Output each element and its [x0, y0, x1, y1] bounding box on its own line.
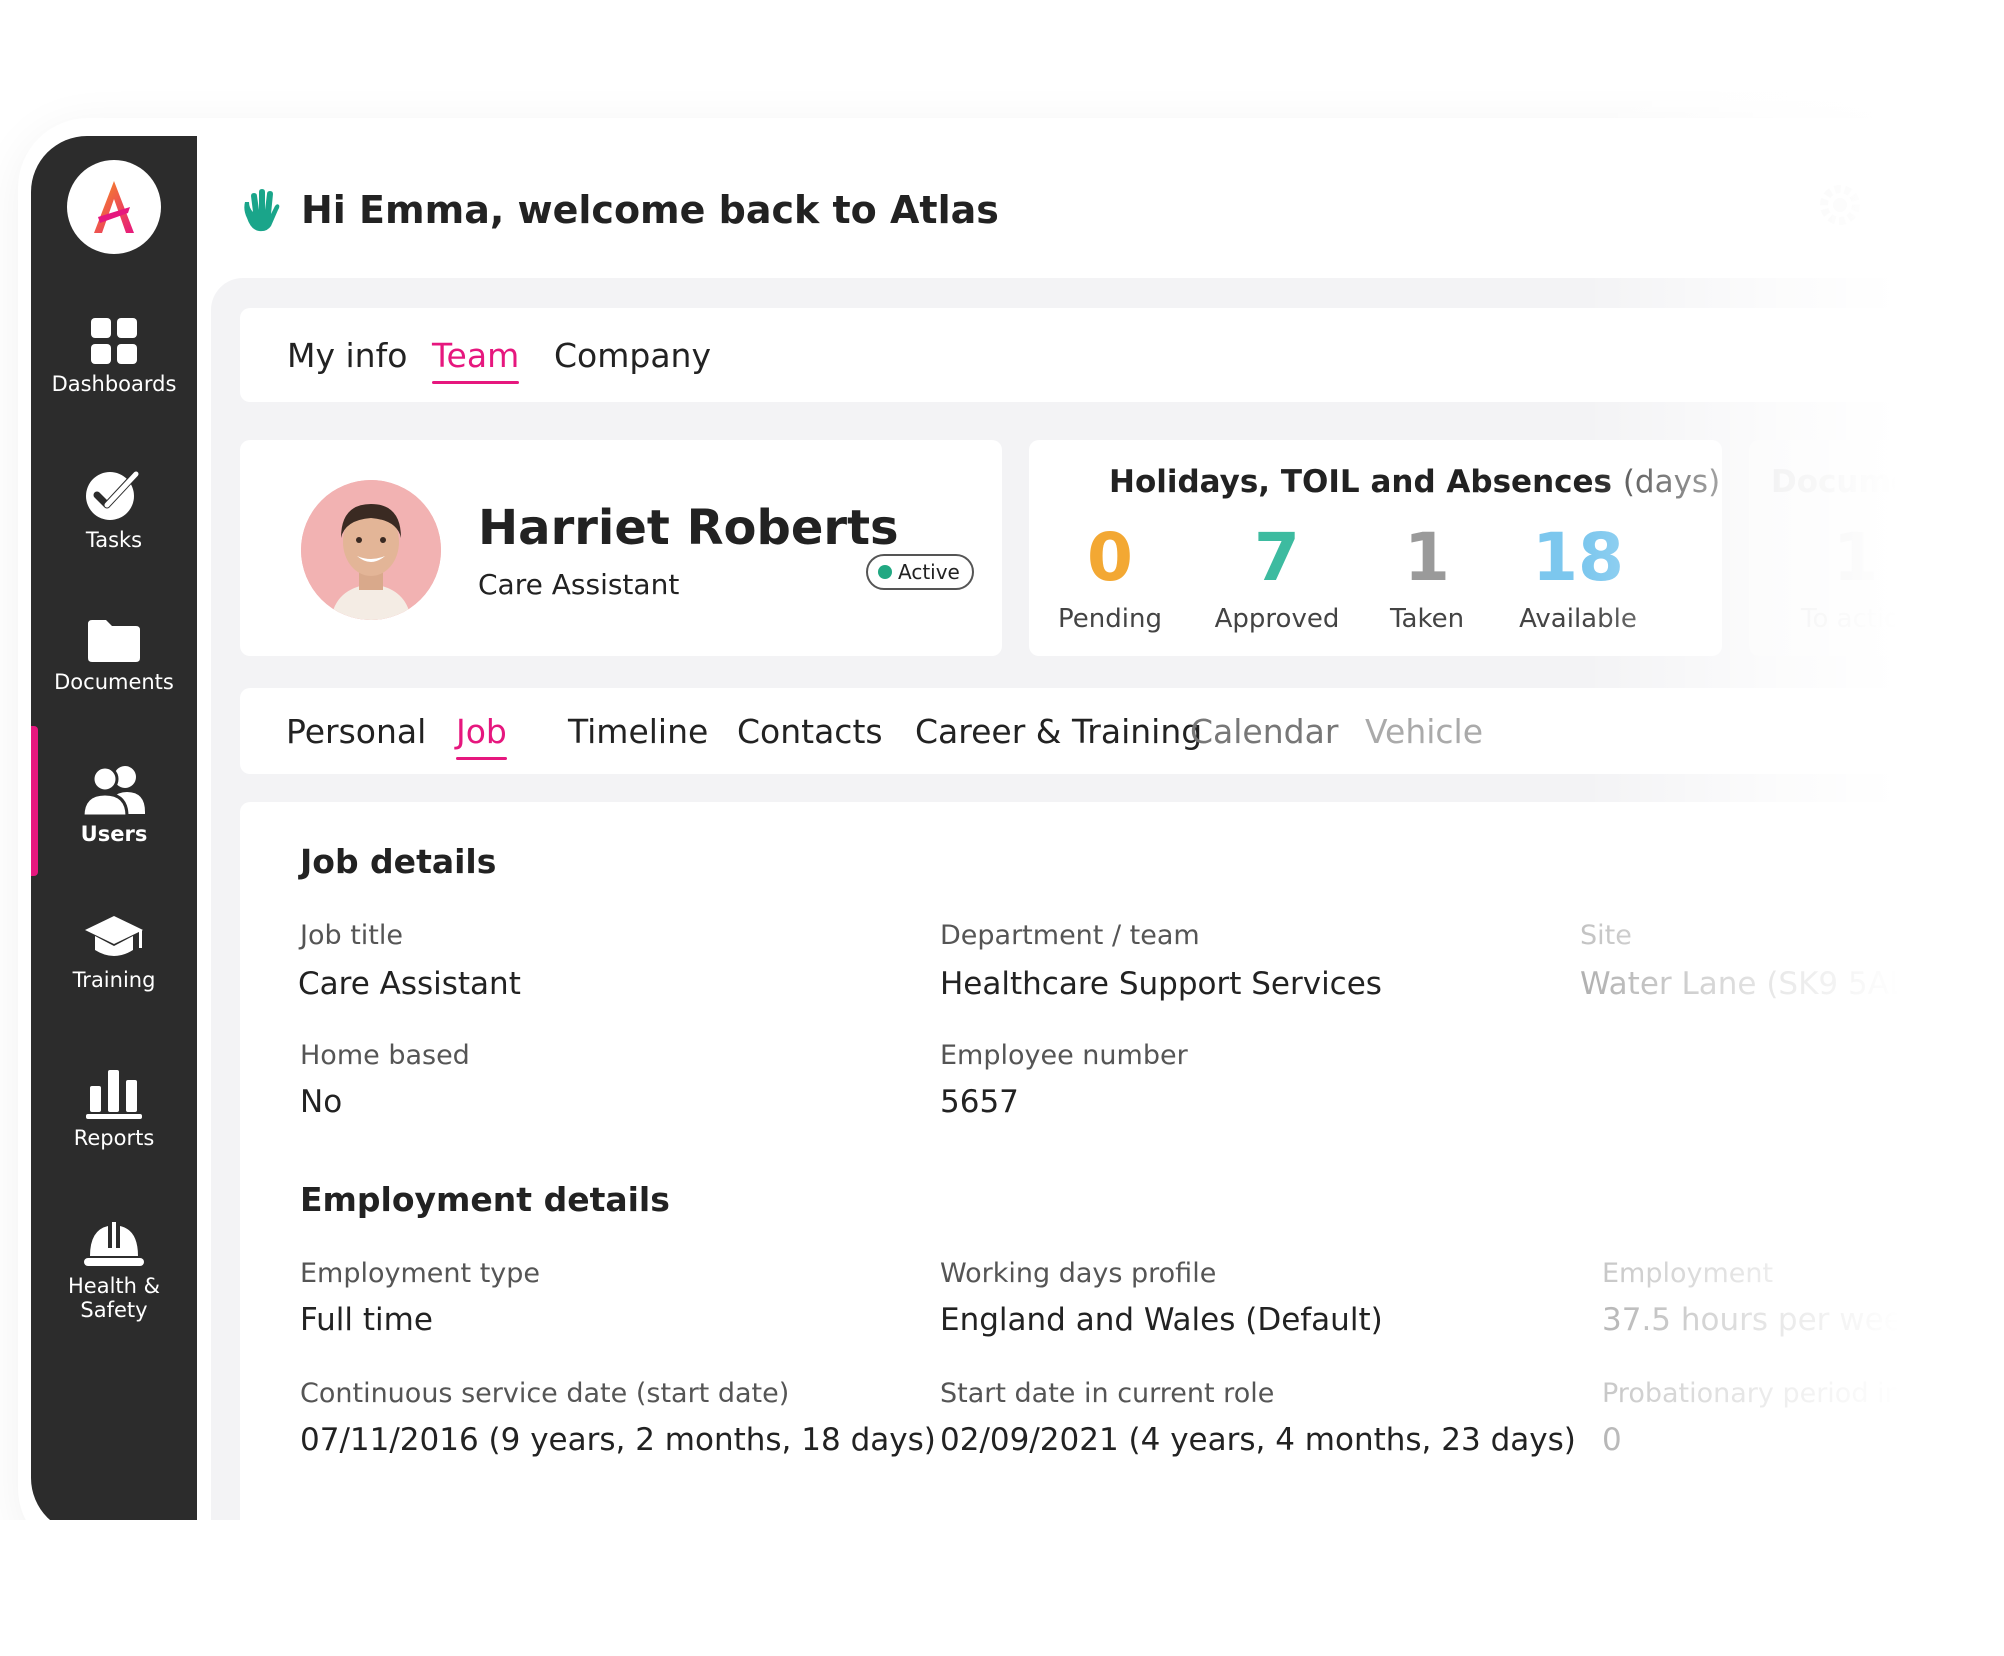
field-label: Probationary period in [1602, 1378, 1902, 1409]
tab-calendar[interactable]: Calendar [1190, 712, 1338, 752]
field-label: Site [1580, 920, 1632, 951]
job-details-title: Job details [300, 842, 497, 881]
stat-label: Approved [1214, 604, 1340, 634]
tab-company[interactable]: Company [554, 336, 711, 376]
holidays-title-text: Holidays, TOIL and Absences [1109, 464, 1613, 500]
greeting: Hi Emma, welcome back to Atlas [237, 188, 999, 232]
documents-title: Docume [1771, 464, 1912, 500]
check-circle-icon [86, 471, 139, 520]
holidays-card[interactable]: Holidays, TOIL and Absences (days) 0 Pen… [1029, 440, 1722, 656]
field-label: Working days profile [940, 1258, 1217, 1289]
sidebar: Dashboards Tasks Documents Users Trainin… [31, 136, 197, 1534]
profile-card: Harriet Roberts Care Assistant Active [240, 440, 1002, 656]
field-label: Employment type [300, 1258, 541, 1289]
field-value: Healthcare Support Services [940, 966, 1382, 1002]
tab-job[interactable]: Job [456, 712, 507, 760]
field-value: Full time [300, 1302, 433, 1338]
tab-contacts[interactable]: Contacts [737, 712, 883, 752]
stat-label: Available [1519, 604, 1637, 634]
field-label: Continuous service date (start date) [300, 1378, 790, 1409]
folder-icon [88, 620, 140, 662]
field-value: 02/09/2021 (4 years, 4 months, 23 days) [940, 1422, 1576, 1458]
sidebar-item-label: Safety [80, 1298, 148, 1322]
sidebar-item-label: Documents [54, 670, 174, 694]
sidebar-item-health-safety[interactable]: Health & Safety [31, 1218, 197, 1322]
bottom-edge-fade [0, 1520, 2004, 1656]
stat-taken: 1 Taken [1352, 519, 1502, 635]
atlas-logo-icon [94, 181, 134, 233]
settings-button[interactable] [1817, 182, 1863, 232]
atlas-logo[interactable] [67, 160, 161, 254]
users-icon [81, 765, 145, 816]
gear-icon [1820, 185, 1860, 225]
holidays-unit: (days) [1622, 464, 1721, 500]
person-photo [301, 480, 441, 620]
field-value: No [300, 1084, 343, 1120]
field-value: 37.5 hours per week [1602, 1302, 1921, 1338]
field-value: 07/11/2016 (9 years, 2 months, 18 days) [300, 1422, 936, 1458]
main-area: Hi Emma, welcome back to Atlas My info T… [197, 136, 2004, 1534]
sidebar-item-label: Training [72, 968, 156, 992]
status-badge: Active [866, 554, 974, 590]
stat-label: Taken [1389, 604, 1465, 634]
status-label: Active [898, 560, 960, 584]
stat-value: 18 [1532, 519, 1624, 596]
field-value: 0 [1602, 1422, 1622, 1458]
field-value: Water Lane (SK9 5AL [1580, 966, 1907, 1002]
avatar [301, 480, 441, 620]
top-tabs: My info Team Company [240, 308, 2004, 402]
status-dot-icon [878, 565, 892, 579]
stat-pending: 0 Pending [1035, 519, 1185, 635]
field-value: 5657 [940, 1084, 1019, 1120]
tab-team[interactable]: Team [432, 336, 520, 384]
stat-value: 7 [1254, 519, 1300, 596]
documents-card[interactable]: Docume 1 To actio [1749, 440, 2004, 656]
field-label: Department / team [940, 920, 1200, 951]
stat-label: Pending [1058, 604, 1162, 634]
graduation-cap-icon [85, 916, 143, 956]
tab-timeline[interactable]: Timeline [568, 712, 708, 752]
waving-hand-icon [244, 189, 280, 232]
profile-role: Care Assistant [478, 568, 680, 601]
field-label: Job title [300, 920, 403, 951]
employment-details-title: Employment details [300, 1180, 670, 1219]
bar-chart-icon [86, 1070, 142, 1119]
field-value: Care Assistant [298, 966, 521, 1002]
holidays-title: Holidays, TOIL and Absences (days) [1109, 464, 1720, 500]
stat-approved: 7 Approved [1202, 519, 1352, 635]
sidebar-item-dashboards[interactable]: Dashboards [31, 316, 197, 396]
sidebar-item-training[interactable]: Training [31, 912, 197, 992]
field-label: Employment [1602, 1258, 1774, 1289]
sidebar-item-label: Tasks [85, 528, 143, 552]
dashboard-grid-icon [91, 318, 137, 364]
job-details-panel: Job details Job title Care Assistant Dep… [240, 802, 2004, 1534]
sidebar-item-label: Health & [67, 1274, 160, 1298]
tab-personal[interactable]: Personal [286, 712, 426, 752]
sidebar-item-reports[interactable]: Reports [31, 1066, 197, 1150]
profile-name: Harriet Roberts [478, 500, 899, 556]
stat-value: 0 [1087, 519, 1133, 596]
sidebar-item-users[interactable]: Users [31, 764, 197, 846]
stat-available: 18 Available [1503, 519, 1653, 635]
tab-vehicle[interactable]: Vehicle [1365, 712, 1483, 752]
documents-value: 1 [1833, 519, 1879, 596]
sidebar-item-label: Reports [73, 1126, 155, 1150]
field-label: Employee number [940, 1040, 1188, 1071]
sidebar-item-tasks[interactable]: Tasks [31, 466, 197, 552]
hard-hat-icon [84, 1222, 144, 1266]
tab-career-training[interactable]: Career & Training [915, 712, 1202, 752]
tab-my-info[interactable]: My info [287, 336, 407, 376]
profile-sub-tabs: Personal Job Timeline Contacts Career & … [240, 688, 2004, 774]
field-value: England and Wales (Default) [940, 1302, 1383, 1338]
field-label: Home based [300, 1040, 470, 1071]
field-label: Start date in current role [940, 1378, 1275, 1409]
sidebar-item-documents[interactable]: Documents [31, 618, 197, 694]
sidebar-item-label: Users [80, 822, 148, 846]
documents-label: To actio [1801, 604, 1901, 634]
greeting-text: Hi Emma, welcome back to Atlas [301, 188, 999, 232]
stat-value: 1 [1404, 519, 1450, 596]
sidebar-item-label: Dashboards [51, 372, 177, 396]
